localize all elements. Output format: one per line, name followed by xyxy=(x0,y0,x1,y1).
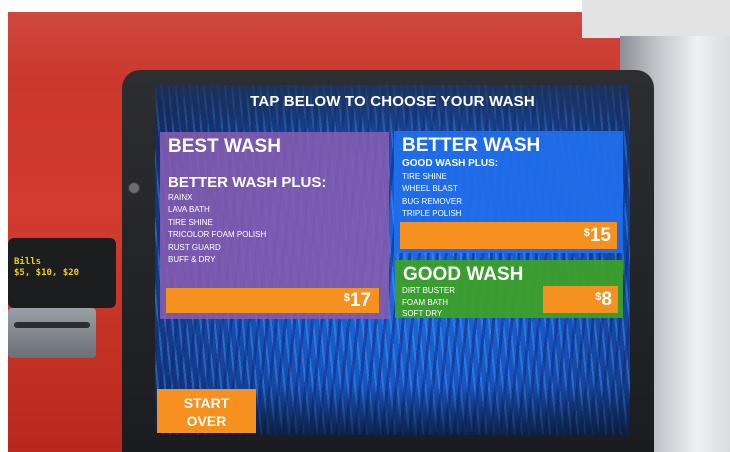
price-value: 17 xyxy=(349,290,371,311)
bills-line-2: $5, $10, $20 xyxy=(14,268,80,278)
feature-item: TIRE SHINE xyxy=(168,217,213,227)
feature-item: RAINX xyxy=(168,193,193,202)
start-over-button[interactable]: START OVER xyxy=(157,389,256,433)
better-wash-price[interactable]: $15 xyxy=(400,222,617,249)
bills-line-1: Bills xyxy=(14,257,42,267)
wall-corner xyxy=(582,0,730,38)
feature-item: BUFF & DRY xyxy=(168,255,216,265)
better-wash-title: BETTER WASH xyxy=(402,135,541,156)
feature-item: LAVA BATH xyxy=(168,205,210,215)
bill-feeder[interactable] xyxy=(8,308,96,358)
best-wash-subtitle: BETTER WASH PLUS: xyxy=(168,174,327,191)
price-value: 15 xyxy=(589,225,611,246)
feature-item: WHEEL BLAST xyxy=(402,184,458,194)
good-wash-title: GOOD WASH xyxy=(403,264,524,285)
price-value: 8 xyxy=(601,289,612,310)
good-wash-option[interactable]: GOOD WASH DIRT BUSTER FOAM BATH SOFT DRY… xyxy=(395,260,623,318)
screen-title: TAP BELOW TO CHOOSE YOUR WASH xyxy=(250,93,535,110)
feature-item: BUG REMOVER xyxy=(402,196,463,206)
good-wash-price[interactable]: $8 xyxy=(543,286,618,313)
bezel-screw xyxy=(128,182,140,194)
best-wash-price[interactable]: $17 xyxy=(166,288,379,313)
start-over-label-1: START xyxy=(183,395,230,411)
feature-item: TIRE SHINE xyxy=(402,172,447,181)
feature-item: DIRT BUSTER xyxy=(402,286,456,295)
best-wash-option[interactable]: BEST WASH BETTER WASH PLUS: RAINX LAVA B… xyxy=(160,132,389,319)
better-wash-option[interactable]: BETTER WASH GOOD WASH PLUS: TIRE SHINE W… xyxy=(394,131,623,253)
best-wash-features: RAINX LAVA BATH TIRE SHINE TRICOLOR FOAM… xyxy=(168,192,266,266)
feature-item: TRIPLE POLISH xyxy=(402,209,462,219)
better-wash-features: TIRE SHINE WHEEL BLAST BUG REMOVER TRIPL… xyxy=(402,171,462,221)
good-wash-features: DIRT BUSTER FOAM BATH SOFT DRY xyxy=(402,285,455,320)
feature-item: FOAM BATH xyxy=(402,297,449,307)
feature-item: RUST GUARD xyxy=(168,242,221,252)
bill-feeder-slot[interactable] xyxy=(14,322,90,328)
bill-acceptor-label: Bills $5, $10, $20 xyxy=(14,257,79,279)
feature-item: SOFT DRY xyxy=(402,309,443,318)
currency-symbol: $ xyxy=(343,292,350,304)
currency-symbol: $ xyxy=(583,227,590,239)
start-over-label-2: OVER xyxy=(186,413,227,429)
feature-item: TRICOLOR FOAM POLISH xyxy=(168,230,267,240)
better-wash-subtitle: GOOD WASH PLUS: xyxy=(402,158,499,169)
best-wash-title: BEST WASH xyxy=(168,136,281,157)
currency-symbol: $ xyxy=(595,291,602,303)
